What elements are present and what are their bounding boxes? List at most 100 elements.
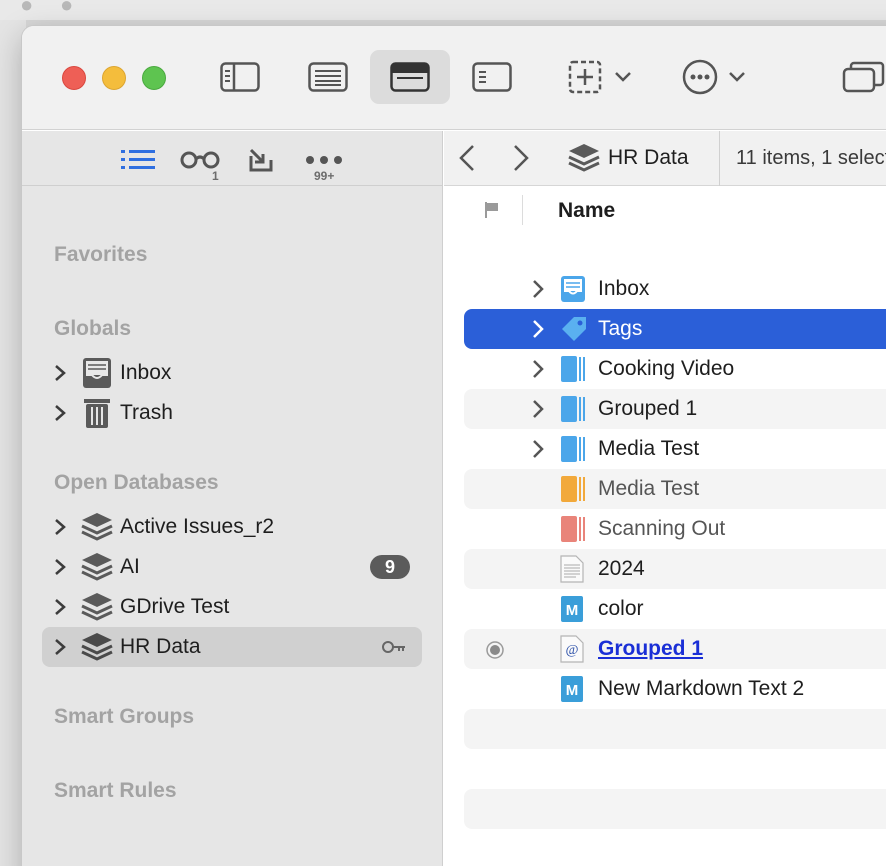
sidebar-item-label: Active Issues_r2	[120, 515, 275, 538]
list-item-selected[interactable]: Tags	[464, 309, 886, 349]
group-icon	[560, 435, 586, 468]
sidebar-item-database[interactable]: GDrive Test	[42, 587, 422, 627]
svg-text:M: M	[566, 682, 579, 699]
toolbar	[22, 26, 886, 130]
chevron-right-icon[interactable]	[532, 399, 544, 424]
markdown-icon: M	[560, 595, 584, 628]
database-stack-icon	[568, 144, 600, 172]
group-red-icon	[560, 515, 586, 548]
chevron-right-icon[interactable]	[532, 319, 544, 344]
window-layout-button[interactable]	[834, 50, 886, 104]
item-label: Media Test	[598, 477, 700, 500]
empty-row	[464, 709, 886, 749]
more-count: 99+	[314, 169, 335, 183]
list-item[interactable]: Grouped 1	[464, 389, 886, 429]
document-icon	[560, 555, 584, 588]
sidebar-item-database-selected[interactable]: HR Data	[42, 627, 422, 667]
sidebar-icon	[220, 62, 260, 92]
list-item[interactable]: M New Markdown Text 2	[464, 669, 886, 709]
sidebar-item-label: Inbox	[120, 361, 172, 384]
widescreen-view-button[interactable]	[370, 50, 450, 104]
item-label: Tags	[598, 317, 643, 340]
item-label: New Markdown Text 2	[598, 677, 805, 700]
import-icon	[249, 148, 273, 172]
item-label: Grouped 1	[598, 637, 704, 660]
path-database[interactable]: HR Data	[568, 140, 689, 176]
tab-list[interactable]	[118, 141, 158, 179]
chevron-right-icon[interactable]	[532, 359, 544, 384]
windows-icon	[842, 61, 885, 93]
chevron-right-icon[interactable]	[42, 558, 78, 576]
chevron-right-icon[interactable]	[42, 404, 78, 422]
tab-reading-list[interactable]: 1	[178, 141, 222, 183]
chevron-right-icon[interactable]	[42, 638, 78, 656]
list-item[interactable]: @ Grouped 1	[464, 629, 886, 669]
tab-import[interactable]	[244, 141, 278, 179]
tab-more[interactable]: 99+	[304, 141, 344, 183]
database-stack-icon	[78, 511, 116, 543]
list-item[interactable]: Media Test	[464, 429, 886, 469]
chevron-left-icon	[459, 145, 474, 171]
glasses-icon	[180, 151, 220, 169]
forward-button[interactable]	[506, 143, 536, 173]
list-view-icon	[308, 62, 348, 92]
chevron-right-icon[interactable]	[42, 364, 78, 382]
empty-row	[464, 749, 886, 789]
item-label: 2024	[598, 557, 645, 580]
item-label: Cooking Video	[598, 357, 735, 380]
divider	[522, 195, 523, 225]
content-pane: HR Data 11 items, 1 selected Name Inbox …	[444, 131, 886, 866]
unread-dot-icon[interactable]	[486, 641, 504, 664]
section-smart-rules: Smart Rules	[54, 779, 177, 802]
chevron-right-icon[interactable]	[42, 598, 78, 616]
reading-list-count: 1	[212, 169, 219, 183]
list-item[interactable]: 2024	[464, 549, 886, 589]
sidebar-toggle-button[interactable]	[210, 50, 270, 104]
close-window-button[interactable]	[62, 66, 86, 90]
group-orange-icon	[560, 475, 586, 508]
sidebar: 1 99+ Favorites Globals Inbox Trash Open…	[22, 131, 443, 866]
trash-icon	[78, 397, 116, 429]
list-item[interactable]: M color	[464, 589, 886, 629]
sidebar-item-inbox[interactable]: Inbox	[42, 353, 422, 393]
web-link-icon: @	[560, 635, 584, 668]
name-column-header[interactable]: Name	[558, 199, 615, 223]
item-list: Inbox Tags Cooking Video Grouped 1 Media…	[464, 269, 886, 866]
list-view-button[interactable]	[298, 50, 358, 104]
list-icon	[121, 150, 155, 169]
chevron-right-icon[interactable]	[532, 439, 544, 464]
bg-traffic-light-icon: ●	[60, 0, 74, 17]
dots-icon	[306, 156, 342, 164]
sidebar-tabs: 1 99+	[22, 131, 443, 186]
preview-view-button[interactable]	[462, 50, 522, 104]
minimize-window-button[interactable]	[102, 66, 126, 90]
sidebar-item-trash[interactable]: Trash	[42, 393, 422, 433]
item-count-status: 11 items, 1 selected	[736, 147, 886, 169]
path-label: HR Data	[608, 146, 689, 169]
list-item[interactable]: Scanning Out	[464, 509, 886, 549]
zoom-window-button[interactable]	[142, 66, 166, 90]
divider	[719, 131, 720, 186]
sidebar-item-label: GDrive Test	[120, 595, 230, 618]
section-smart-groups: Smart Groups	[54, 705, 195, 728]
inbox-icon	[560, 275, 586, 308]
more-actions-button[interactable]	[674, 50, 754, 104]
sidebar-item-database[interactable]: AI 9	[42, 547, 422, 587]
list-item[interactable]: Media Test	[464, 469, 886, 509]
chevron-right-icon[interactable]	[42, 518, 78, 536]
main-window: 1 99+ Favorites Globals Inbox Trash Open…	[22, 26, 886, 866]
group-icon	[560, 355, 586, 388]
bg-traffic-light-icon: ●	[20, 0, 34, 17]
flag-column-icon[interactable]	[484, 201, 500, 224]
chevron-right-icon[interactable]	[532, 279, 544, 304]
chevron-down-icon	[615, 72, 631, 82]
unread-count-badge: 9	[370, 555, 410, 579]
back-button[interactable]	[452, 143, 482, 173]
new-group-button[interactable]	[560, 50, 640, 104]
section-favorites: Favorites	[54, 243, 148, 266]
list-item[interactable]: Cooking Video	[464, 349, 886, 389]
item-label: color	[598, 597, 644, 620]
list-item[interactable]: Inbox	[464, 269, 886, 309]
group-icon	[560, 395, 586, 428]
sidebar-item-database[interactable]: Active Issues_r2	[42, 507, 422, 547]
